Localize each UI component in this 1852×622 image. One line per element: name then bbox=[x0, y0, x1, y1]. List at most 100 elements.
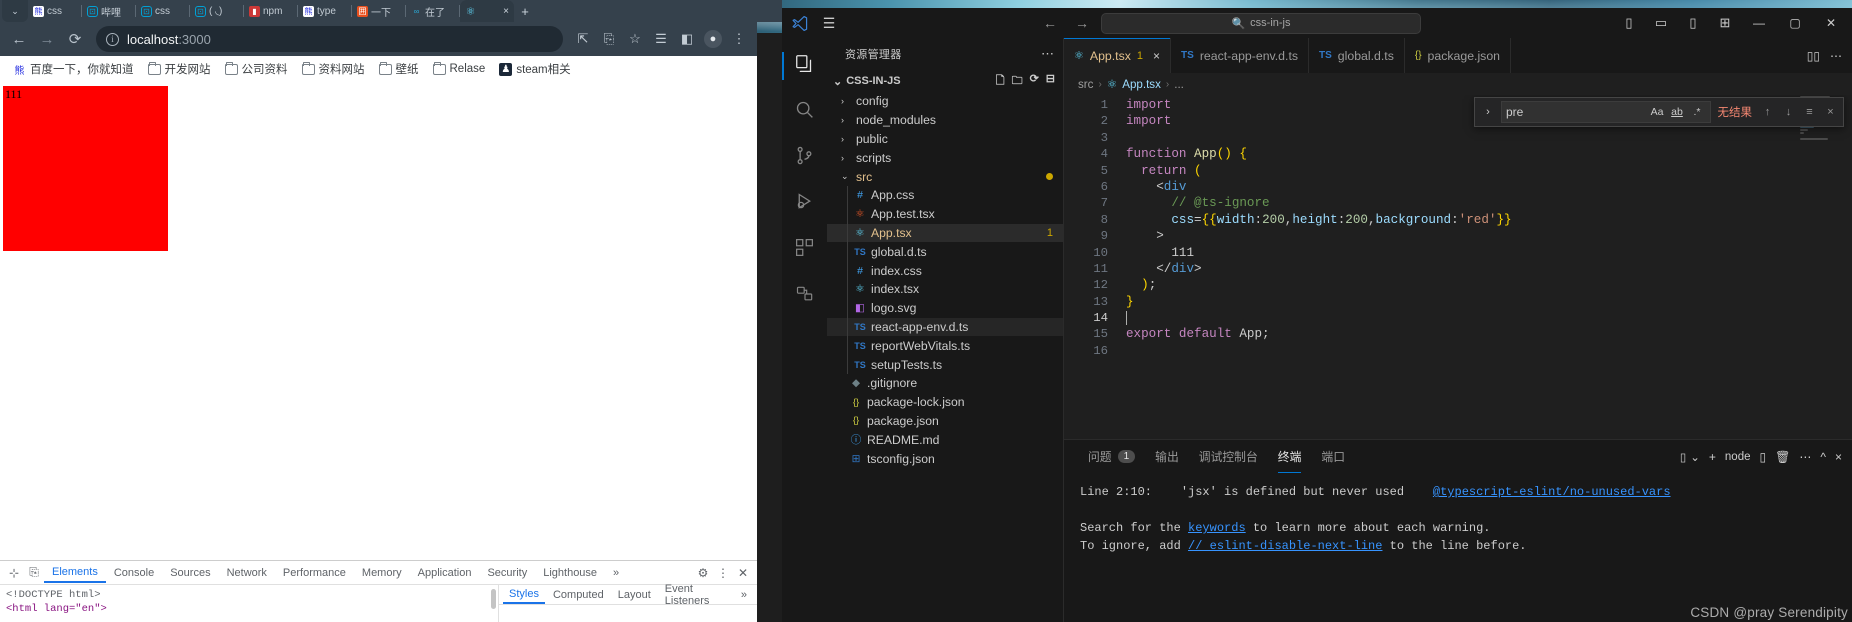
tree-folder-node-modules[interactable]: › node_modules bbox=[827, 111, 1063, 130]
browser-tab[interactable]: 囲 一下 bbox=[352, 0, 406, 22]
new-file-icon[interactable]: 🗋 bbox=[996, 72, 1005, 91]
maximize-panel-icon[interactable]: ^ bbox=[1820, 450, 1826, 464]
tree-file-index-css[interactable]: # index.css bbox=[827, 261, 1063, 280]
panel-tab-debug-console[interactable]: 调试控制台 bbox=[1189, 440, 1268, 473]
tree-file-app-tsx[interactable]: ⚛ App.tsx 1 bbox=[827, 223, 1063, 243]
profile-avatar-icon[interactable]: ● bbox=[701, 27, 725, 51]
window-maximize-button[interactable]: ▢ bbox=[1780, 12, 1810, 34]
toggle-panel-icon[interactable]: ▭ bbox=[1648, 12, 1674, 34]
browser-tab[interactable]: ⊡ ( ◟) bbox=[190, 0, 244, 22]
panel-tab-problems[interactable]: 问题 1 bbox=[1078, 440, 1145, 473]
tree-file-package-json[interactable]: {} package.json bbox=[827, 412, 1063, 431]
find-previous-icon[interactable]: ↑ bbox=[1759, 104, 1776, 121]
breadcrumb-overflow[interactable]: ... bbox=[1174, 78, 1184, 91]
tree-file-readme-md[interactable]: ⓘ README.md bbox=[827, 430, 1063, 449]
new-tab-button[interactable]: + bbox=[514, 0, 536, 22]
browser-tab[interactable]: ∞ 在了 bbox=[406, 0, 460, 22]
tree-folder-scripts[interactable]: › scripts bbox=[827, 148, 1063, 167]
eslint-rule-link[interactable]: @typescript-eslint/no-unused-vars bbox=[1433, 485, 1671, 499]
minimap[interactable] bbox=[1794, 95, 1852, 439]
devtools-tab-security[interactable]: Security bbox=[479, 564, 535, 582]
new-terminal-icon[interactable]: ▯ bbox=[1760, 450, 1767, 464]
devtools-tab-performance[interactable]: Performance bbox=[275, 564, 354, 582]
tree-file-package-lock-json[interactable]: {} package-lock.json bbox=[827, 393, 1063, 412]
editor-tab-package-json[interactable]: {} package.json bbox=[1404, 38, 1512, 73]
breadcrumb-src[interactable]: src bbox=[1078, 78, 1093, 91]
toggle-primary-sidebar-icon[interactable]: ▯ bbox=[1616, 12, 1642, 34]
activitybar-explorer[interactable] bbox=[782, 44, 827, 88]
devtools-tabs-overflow[interactable]: » bbox=[605, 564, 627, 582]
tree-file-react-app-env-d-ts[interactable]: TS react-app-env.d.ts bbox=[827, 317, 1063, 337]
activitybar-search[interactable] bbox=[782, 90, 827, 134]
devtools-tab-elements[interactable]: Elements bbox=[44, 563, 106, 583]
close-panel-icon[interactable]: × bbox=[1835, 450, 1842, 464]
go-forward-button[interactable]: → bbox=[1069, 12, 1095, 34]
devtools-tab-lighthouse[interactable]: Lighthouse bbox=[535, 564, 605, 582]
keywords-link[interactable]: keywords bbox=[1188, 521, 1246, 535]
bookmark-item[interactable]: 开发网站 bbox=[143, 59, 216, 79]
activitybar-extensions[interactable] bbox=[782, 228, 827, 272]
browser-tab[interactable]: 熊 css bbox=[28, 0, 82, 22]
find-input[interactable]: pre Aa ab .* bbox=[1501, 101, 1711, 123]
toggle-replace-icon[interactable]: › bbox=[1479, 106, 1497, 118]
tree-file-global-d-ts[interactable]: TS global.d.ts bbox=[827, 242, 1063, 261]
browser-tab[interactable]: ⊡ 哔哩 bbox=[82, 0, 136, 22]
site-info-icon[interactable]: i bbox=[106, 32, 119, 46]
toggle-secondary-sidebar-icon[interactable]: ▯ bbox=[1680, 12, 1706, 34]
match-case-icon[interactable]: Aa bbox=[1649, 104, 1666, 121]
close-icon[interactable]: × bbox=[503, 6, 509, 17]
browser-tab[interactable]: ▮ npm bbox=[244, 0, 298, 22]
scrollbar-thumb[interactable] bbox=[491, 589, 496, 609]
browser-tab[interactable]: 熊 type bbox=[298, 0, 352, 22]
editor-tab-global-d-ts[interactable]: TS global.d.ts bbox=[1309, 38, 1405, 73]
split-editor-icon[interactable]: ▯▯ bbox=[1807, 49, 1820, 63]
styles-tab-computed[interactable]: Computed bbox=[547, 587, 610, 603]
workspace-root-row[interactable]: ⌄ CSS-IN-JS 🗋 🗀 ⟳ ⊟ bbox=[827, 70, 1063, 92]
bookmark-item[interactable]: ♟ steam相关 bbox=[494, 59, 575, 79]
more-options-icon[interactable]: ⋮ bbox=[713, 563, 733, 583]
close-icon[interactable]: × bbox=[1822, 104, 1839, 121]
bookmark-item[interactable]: 壁纸 bbox=[374, 59, 424, 79]
find-next-icon[interactable]: ↓ bbox=[1780, 104, 1797, 121]
devtools-tab-console[interactable]: Console bbox=[106, 564, 162, 582]
tree-file-index-tsx[interactable]: ⚛ index.tsx bbox=[827, 279, 1063, 299]
window-close-button[interactable]: ✕ bbox=[1816, 12, 1846, 34]
browser-tab-active[interactable]: ⚛ × bbox=[460, 0, 514, 22]
bookmark-item[interactable]: 资料网站 bbox=[297, 59, 370, 79]
tree-file-app-test-tsx[interactable]: ⚛ App.test.tsx bbox=[827, 204, 1063, 224]
activitybar-remote-explorer[interactable] bbox=[782, 274, 827, 318]
translate-icon[interactable]: ⎘ bbox=[597, 27, 621, 51]
tree-file-tsconfig-json[interactable]: ⊞ tsconfig.json bbox=[827, 449, 1063, 468]
use-regex-icon[interactable]: .* bbox=[1689, 104, 1706, 121]
styles-tab-event-listeners[interactable]: Event Listeners bbox=[659, 581, 733, 609]
go-back-button[interactable]: ← bbox=[1037, 12, 1063, 34]
eslint-disable-link[interactable]: // eslint-disable-next-line bbox=[1188, 539, 1382, 553]
inspect-element-icon[interactable]: ⊹ bbox=[4, 563, 24, 583]
back-button[interactable]: ← bbox=[6, 26, 32, 52]
command-center-searchbox[interactable]: 🔍 css-in-js bbox=[1101, 12, 1421, 34]
styles-tabs-overflow[interactable]: » bbox=[735, 587, 753, 603]
panel-tab-output[interactable]: 输出 bbox=[1145, 440, 1189, 473]
devtools-tab-memory[interactable]: Memory bbox=[354, 564, 410, 582]
install-app-icon[interactable]: ⇱ bbox=[571, 27, 595, 51]
address-bar[interactable]: i localhost:3000 bbox=[96, 26, 563, 52]
styles-tab-styles[interactable]: Styles bbox=[503, 586, 545, 604]
devtools-tab-sources[interactable]: Sources bbox=[162, 564, 218, 582]
tree-file-logo-svg[interactable]: ◧ logo.svg bbox=[827, 298, 1063, 318]
device-toolbar-icon[interactable]: ⎘ bbox=[24, 563, 44, 583]
split-terminal-dropdown[interactable]: ▯ ⌄ bbox=[1680, 450, 1700, 464]
new-folder-icon[interactable]: 🗀 bbox=[1012, 72, 1023, 91]
tree-folder-config[interactable]: › config bbox=[827, 92, 1063, 111]
reading-list-icon[interactable]: ☰ bbox=[649, 27, 673, 51]
activitybar-source-control[interactable] bbox=[782, 136, 827, 180]
tree-file-app-css[interactable]: # App.css bbox=[827, 185, 1063, 205]
styles-tab-layout[interactable]: Layout bbox=[612, 587, 657, 603]
close-icon[interactable]: ✕ bbox=[733, 563, 753, 583]
tree-file-report-web-vitals-ts[interactable]: TS reportWebVitals.ts bbox=[827, 336, 1063, 355]
whole-word-icon[interactable]: ab bbox=[1669, 104, 1686, 121]
editor-tab-app-tsx[interactable]: ⚛ App.tsx 1 × bbox=[1064, 38, 1172, 73]
panel-tab-terminal[interactable]: 终端 bbox=[1268, 440, 1312, 473]
trash-icon[interactable]: 🗑 bbox=[1775, 450, 1790, 464]
devtools-tab-application[interactable]: Application bbox=[410, 564, 480, 582]
chrome-menu-icon[interactable]: ⋮ bbox=[727, 27, 751, 51]
